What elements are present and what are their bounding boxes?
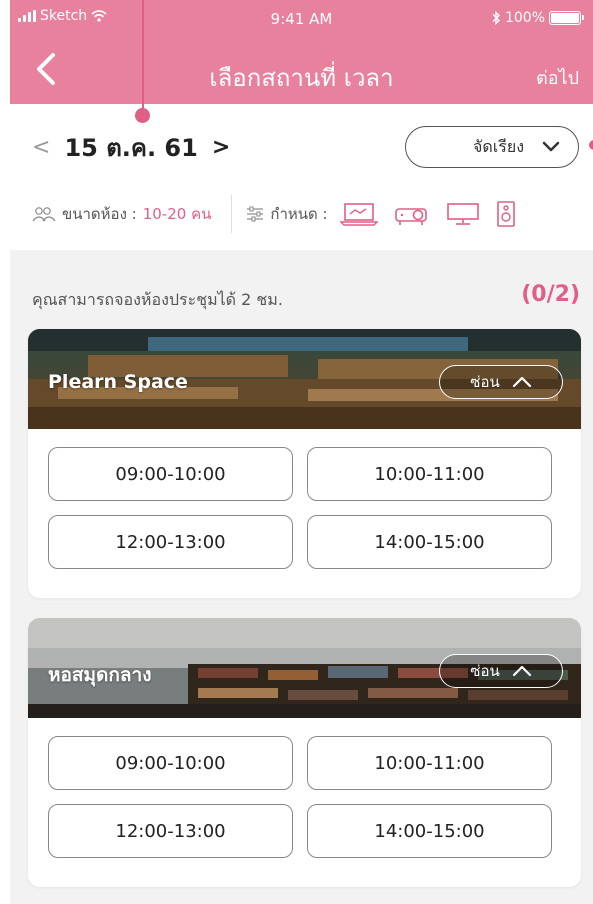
annotation-dot bbox=[135, 108, 150, 123]
header: Sketch 9:41 AM 100% เลือกสถานที่ เวลา ต่… bbox=[10, 0, 593, 104]
next-date-button[interactable]: > bbox=[212, 135, 230, 160]
equipment-label: กำหนด : bbox=[270, 205, 328, 223]
chevron-up-icon bbox=[512, 665, 531, 677]
filter-row: ขนาดห้อง : 10-20 คน กำหนด : bbox=[32, 195, 592, 233]
monitor-icon[interactable] bbox=[446, 202, 480, 226]
hide-toggle-button[interactable]: ซ่อน bbox=[439, 654, 563, 688]
time-slot[interactable]: 14:00-15:00 bbox=[307, 515, 552, 569]
venue-name: Plearn Space bbox=[48, 371, 188, 393]
hide-toggle-button[interactable]: ซ่อน bbox=[439, 365, 563, 399]
sliders-icon bbox=[247, 206, 264, 222]
battery-percent: 100% bbox=[504, 10, 545, 26]
divider bbox=[231, 195, 233, 233]
time-slot[interactable]: 10:00-11:00 bbox=[307, 447, 552, 501]
bluetooth-icon bbox=[492, 11, 500, 25]
time-slot[interactable]: 10:00-11:00 bbox=[307, 736, 552, 790]
equipment-icons bbox=[339, 200, 516, 228]
status-right: 100% bbox=[491, 10, 584, 26]
annotation-line bbox=[142, 0, 144, 114]
time-slot-grid: 09:00-10:00 10:00-11:00 12:00-13:00 14:0… bbox=[48, 447, 552, 569]
chevron-up-icon bbox=[512, 376, 531, 388]
venue-name: หอสมุดกลาง bbox=[48, 664, 152, 686]
status-bar: Sketch 9:41 AM 100% bbox=[10, 8, 593, 34]
chevron-down-icon bbox=[542, 141, 560, 152]
phone-screen: Sketch 9:41 AM 100% เลือกสถานที่ เวลา ต่… bbox=[10, 0, 593, 904]
page-title: เลือกสถานที่ เวลา bbox=[209, 64, 394, 92]
date-selector: < 15 ต.ค. 61 > bbox=[32, 128, 230, 167]
hide-label: ซ่อน bbox=[470, 373, 500, 391]
next-button[interactable]: ต่อไป bbox=[536, 63, 579, 92]
time-slot[interactable]: 12:00-13:00 bbox=[48, 804, 293, 858]
time-slot[interactable]: 09:00-10:00 bbox=[48, 736, 293, 790]
venue-card: Plearn Space ซ่อน 09:00-10:00 10:00-11:0… bbox=[28, 329, 581, 598]
sort-label: จัดเรียง bbox=[472, 136, 524, 156]
speaker-icon[interactable] bbox=[496, 200, 516, 228]
room-size-filter[interactable]: ขนาดห้อง : 10-20 คน bbox=[32, 202, 211, 226]
equipment-filter[interactable]: กำหนด : bbox=[246, 200, 515, 228]
venue-card: หอสมุดกลาง ซ่อน 09:00-10:00 10:00-11:00 … bbox=[28, 618, 581, 887]
booking-quota: คุณสามารถจองห้องประชุมได้ 2 ชม. (0/2) bbox=[32, 282, 580, 314]
battery-icon bbox=[549, 11, 584, 25]
projector-icon[interactable] bbox=[394, 202, 430, 226]
time-slot[interactable]: 09:00-10:00 bbox=[48, 447, 293, 501]
time-slot-grid: 09:00-10:00 10:00-11:00 12:00-13:00 14:0… bbox=[48, 736, 552, 858]
laptop-icon[interactable] bbox=[339, 202, 378, 226]
date-label: 15 ต.ค. 61 bbox=[64, 134, 198, 162]
room-size-label: ขนาดห้อง : bbox=[62, 205, 137, 223]
quota-text: คุณสามารถจองห้องประชุมได้ 2 ชม. bbox=[32, 290, 283, 309]
hide-label: ซ่อน bbox=[470, 662, 500, 680]
annotation-dot-right bbox=[589, 140, 593, 150]
prev-date-button[interactable]: < bbox=[32, 135, 50, 160]
time-slot[interactable]: 14:00-15:00 bbox=[307, 804, 552, 858]
time-slot[interactable]: 12:00-13:00 bbox=[48, 515, 293, 569]
room-size-value: 10-20 คน bbox=[142, 205, 212, 223]
sort-button[interactable]: จัดเรียง bbox=[405, 126, 579, 168]
people-icon bbox=[32, 207, 56, 222]
quota-count: (0/2) bbox=[521, 282, 580, 307]
